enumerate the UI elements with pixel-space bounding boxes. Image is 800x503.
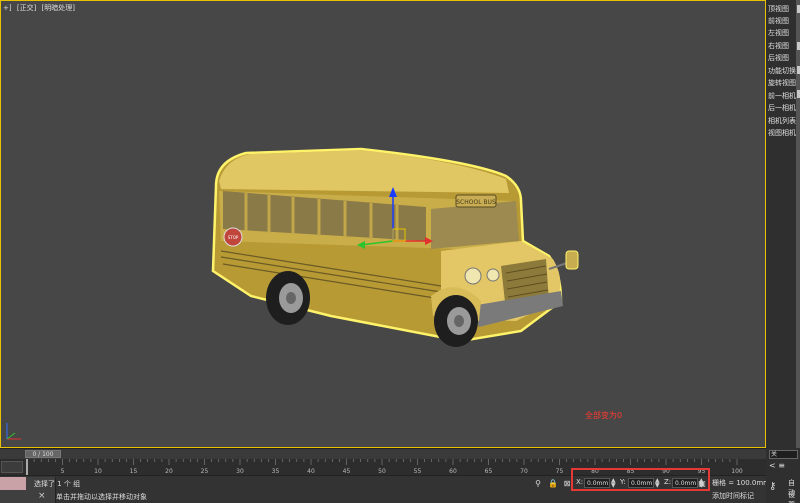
prompt-line: 单击并拖动以选择并移动对象	[56, 493, 147, 501]
time-slider-thumb[interactable]: 0 / 100	[25, 450, 61, 458]
frame-tick-label: 55	[414, 468, 422, 475]
close-icon[interactable]: ×	[38, 491, 46, 501]
frame-tick-label: 75	[556, 468, 564, 475]
frame-tick-label: 25	[201, 468, 209, 475]
stop-sign: STOP	[223, 227, 243, 247]
listener-swatch[interactable]	[0, 477, 26, 490]
menu-right-view[interactable]: 右视图	[768, 41, 789, 52]
axis-tripod-icon	[6, 423, 21, 440]
time-slider[interactable]: 0 / 100	[0, 448, 766, 459]
y-spinner-icon[interactable]: ▲ ▼	[655, 478, 660, 489]
frame-tick-label: 40	[307, 468, 315, 475]
menu-camera-list[interactable]: 相机列表	[768, 116, 796, 127]
frame-tick-label: 50	[378, 468, 386, 475]
key-nav-buttons[interactable]: < ≡	[769, 461, 785, 470]
menu-back-view[interactable]: 后视图	[768, 53, 789, 64]
frame-tick-label: 15	[130, 468, 138, 475]
view-navigation-panel: 顶视图 前视图 左视图 右视图 后视图 功能切换 旋转视图 前一相机 后一相机 …	[766, 0, 800, 448]
x-value-field[interactable]: 0.0mm	[584, 478, 610, 488]
frame-tick-label: 10	[94, 468, 102, 475]
lock-selection-icon[interactable]: 🔒	[548, 479, 558, 489]
bus-body	[211, 147, 579, 343]
isolate-icon[interactable]: ⚲	[533, 479, 543, 489]
menu-front-view[interactable]: 前视图	[768, 16, 789, 27]
frame-tick-label: 65	[485, 468, 493, 475]
frame-tick-label: 35	[272, 468, 280, 475]
perspective-viewport[interactable]: +] [正交] [明暗处理] SCHOOL BUS STOP 全部变为0	[0, 0, 766, 448]
frame-tick-label: 70	[520, 468, 528, 475]
menu-top-view[interactable]: 顶视图	[768, 4, 789, 15]
selection-info: 选择了 1 个 组	[34, 480, 81, 488]
svg-text:SCHOOL BUS: SCHOOL BUS	[456, 199, 496, 206]
key-icon[interactable]: ⚷	[769, 481, 776, 492]
menu-left-view[interactable]: 左视图	[768, 28, 789, 39]
frame-tick-label: 20	[165, 468, 173, 475]
svg-text:STOP: STOP	[228, 235, 239, 240]
frame-tick-label: 60	[449, 468, 457, 475]
key-mode-field[interactable]: 关	[769, 450, 798, 459]
frame-tick-label: 100	[731, 468, 743, 475]
x-spinner-icon[interactable]: ▲ ▼	[611, 478, 616, 489]
x-label: X:	[576, 478, 584, 486]
menu-function-toggle[interactable]: 功能切换	[768, 66, 796, 77]
y-value-field[interactable]: 0.0mm	[628, 478, 654, 488]
menu-rotate-view[interactable]: 旋转视图	[768, 78, 796, 89]
bus-roof	[219, 150, 509, 193]
menu-next-camera[interactable]: 后一相机	[768, 103, 796, 114]
y-label: Y:	[620, 478, 626, 486]
front-wheel	[434, 295, 478, 347]
school-bus-model[interactable]: SCHOOL BUS STOP	[1, 1, 767, 449]
grid-size: 栅格 = 100.0mm	[712, 479, 770, 487]
frame-tick-label: 45	[343, 468, 351, 475]
frame-tick-label: 5	[61, 468, 65, 475]
add-time-tag-button[interactable]: 添加时间标记	[712, 491, 754, 501]
z-spinner-icon[interactable]: ▲ ▼	[699, 478, 704, 489]
z-label: Z:	[664, 478, 672, 486]
animation-controls: 关 < ≡ ⚷ 自动 设置	[766, 448, 800, 503]
rear-wheel	[266, 271, 310, 325]
annotation-note: 全部变为0	[585, 411, 623, 420]
set-key-button[interactable]: 设置	[788, 490, 800, 503]
frame-tick-label: 30	[236, 468, 244, 475]
bus-destination-sign: SCHOOL BUS	[455, 194, 497, 208]
z-value-field[interactable]: 0.0mm	[672, 478, 698, 488]
track-bar-toggle-icon[interactable]	[1, 461, 23, 473]
menu-prev-camera[interactable]: 前一相机	[768, 91, 796, 102]
menu-view-camera[interactable]: 视图相机	[768, 128, 796, 139]
current-frame-marker[interactable]	[26, 459, 28, 475]
